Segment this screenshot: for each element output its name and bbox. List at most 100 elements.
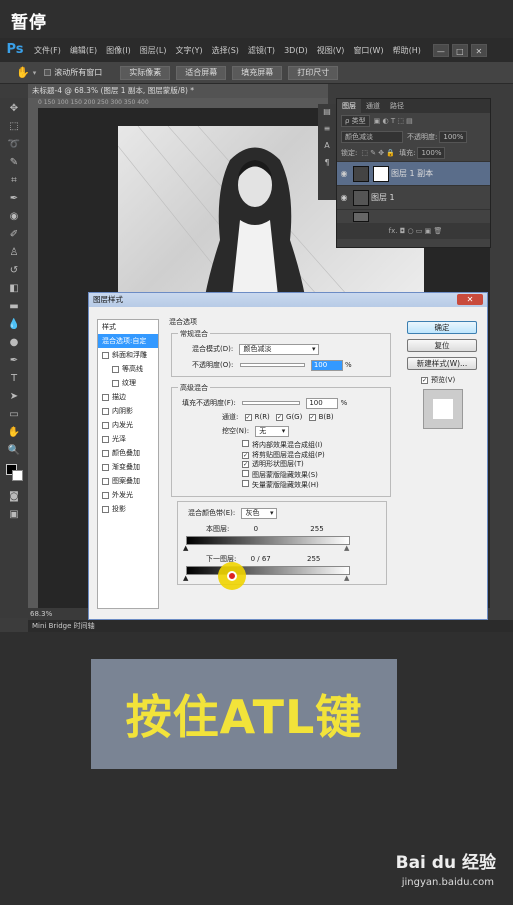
brush-tool-icon[interactable]: ✐	[4, 228, 24, 242]
color-swatches[interactable]	[4, 462, 24, 486]
style-checkbox[interactable]	[102, 407, 109, 415]
hand-tool-icon[interactable]: ✋	[4, 426, 24, 440]
menu-layer[interactable]: 图层(L)	[140, 45, 167, 56]
properties-icon[interactable]: ≡	[320, 124, 334, 138]
style-checkbox[interactable]	[102, 393, 109, 401]
quick-select-tool-icon[interactable]: ✎	[4, 156, 24, 170]
opacity-input[interactable]: 100	[310, 360, 343, 371]
fill-opacity-slider[interactable]	[242, 401, 301, 405]
style-checkbox[interactable]	[102, 477, 109, 485]
style-checkbox[interactable]	[102, 351, 109, 359]
layer-mask-thumbnail[interactable]	[373, 165, 389, 182]
tool-preset-arrow-icon[interactable]: ▾	[33, 69, 37, 77]
move-tool-icon[interactable]: ✥	[4, 102, 24, 116]
underlying-white-slider[interactable]: ▲	[344, 574, 349, 582]
bottom-panel-tabs[interactable]: Mini Bridge 时间轴	[28, 620, 513, 632]
style-inner-shadow[interactable]: 内阴影	[98, 404, 158, 418]
channel-b-checkbox[interactable]: ✓	[308, 414, 316, 421]
knockout-dropdown[interactable]: 无 ▾	[255, 426, 290, 437]
tab-layers[interactable]: 图层	[337, 99, 361, 113]
style-checkbox[interactable]	[102, 449, 109, 457]
pen-tool-icon[interactable]: ✒	[4, 354, 24, 368]
style-stroke[interactable]: 描边	[98, 390, 158, 404]
menu-image[interactable]: 图像(I)	[106, 45, 131, 56]
layer-row[interactable]	[337, 209, 490, 223]
maximize-button[interactable]: □	[451, 43, 468, 57]
layer-blend-mode[interactable]: 颜色减淡	[341, 131, 403, 143]
print-size-button[interactable]: 打印尺寸	[288, 65, 339, 80]
this-layer-white-slider[interactable]: ▲	[344, 544, 349, 552]
style-checkbox[interactable]	[102, 505, 109, 513]
type-tool-icon[interactable]: T	[4, 372, 24, 386]
style-checkbox[interactable]	[102, 435, 109, 443]
eyedropper-tool-icon[interactable]: ✒	[4, 192, 24, 206]
tab-channels[interactable]: 通道	[361, 99, 385, 113]
this-layer-black-slider[interactable]: ▲	[183, 544, 188, 552]
style-checkbox[interactable]	[102, 421, 109, 429]
style-texture[interactable]: 纹理	[98, 376, 158, 390]
layers-footer-icons[interactable]: fx. ◘ ○ ▭ ▣ 🗑	[337, 223, 490, 239]
eye-icon[interactable]: ◉	[337, 193, 351, 202]
channel-r-checkbox[interactable]: ✓	[244, 414, 252, 421]
menu-type[interactable]: 文字(Y)	[175, 45, 202, 56]
split-slider-handle[interactable]	[227, 571, 237, 581]
style-bevel-emboss[interactable]: 斜面和浮雕	[98, 348, 158, 362]
blend-clipped-checkbox[interactable]: ✓	[242, 451, 249, 459]
layer-row[interactable]: ◉ 图层 1 副本	[337, 161, 490, 185]
menu-edit[interactable]: 编辑(E)	[70, 45, 97, 56]
fill-value[interactable]: 100%	[417, 147, 446, 159]
document-tab[interactable]: 未标题-4 @ 68.3% (图层 1 副本, 图层蒙版/8) *	[28, 84, 328, 98]
layer-row[interactable]: ◉ 图层 1	[337, 185, 490, 209]
layer-mask-hides-checkbox[interactable]	[242, 469, 249, 477]
shape-tool-icon[interactable]: ▭	[4, 408, 24, 422]
stamp-tool-icon[interactable]: ♙	[4, 246, 24, 260]
style-satin[interactable]: 光泽	[98, 432, 158, 446]
marquee-tool-icon[interactable]: ⬚	[4, 120, 24, 134]
style-inner-glow[interactable]: 内发光	[98, 418, 158, 432]
dodge-tool-icon[interactable]: ●	[4, 336, 24, 350]
style-color-overlay[interactable]: 颜色叠加	[98, 446, 158, 460]
eye-icon[interactable]: ◉	[337, 169, 351, 178]
ok-button[interactable]: 确定	[407, 321, 477, 334]
healing-tool-icon[interactable]: ◉	[4, 210, 24, 224]
preview-checkbox[interactable]: ✓	[421, 377, 428, 384]
lasso-tool-icon[interactable]: ➰	[4, 138, 24, 152]
eraser-tool-icon[interactable]: ◧	[4, 282, 24, 296]
transparency-shapes-checkbox[interactable]: ✓	[242, 461, 249, 468]
actual-pixels-button[interactable]: 实际像素	[120, 65, 171, 80]
quick-mask-icon[interactable]: ◙	[4, 490, 24, 504]
menu-filter[interactable]: 滤镜(T)	[248, 45, 275, 56]
style-contour[interactable]: 等高线	[98, 362, 158, 376]
screen-mode-icon[interactable]: ▣	[4, 508, 24, 522]
style-drop-shadow[interactable]: 投影	[98, 502, 158, 516]
menu-file[interactable]: 文件(F)	[34, 45, 61, 56]
blend-interior-checkbox[interactable]	[242, 440, 249, 447]
lock-icons[interactable]: ⬚ ✎ ✥ 🔒	[361, 149, 395, 157]
minimize-button[interactable]: —	[432, 43, 449, 57]
style-pattern-overlay[interactable]: 图案叠加	[98, 474, 158, 488]
style-blending-options[interactable]: 混合选项:自定	[98, 334, 158, 348]
gradient-tool-icon[interactable]: ▬	[4, 300, 24, 314]
menu-view[interactable]: 视图(V)	[317, 45, 345, 56]
style-gradient-overlay[interactable]: 渐变叠加	[98, 460, 158, 474]
menu-help[interactable]: 帮助(H)	[393, 45, 421, 56]
menu-select[interactable]: 选择(S)	[212, 45, 239, 56]
layer-opacity-value[interactable]: 100%	[439, 131, 468, 143]
fit-screen-button[interactable]: 适合屏幕	[176, 65, 227, 80]
preview-toggle[interactable]: ✓ 预览(V)	[421, 375, 455, 385]
filter-icons[interactable]: ▣ ◐ T ⬚ ▤	[374, 117, 413, 125]
underlying-black-slider[interactable]: ▲	[183, 574, 188, 582]
tab-paths[interactable]: 路径	[385, 99, 409, 113]
style-checkbox[interactable]	[112, 365, 119, 373]
layer-kind-filter[interactable]: ρ 类型	[341, 115, 370, 127]
blend-mode-dropdown[interactable]: 颜色减淡 ▾	[239, 344, 320, 355]
histogram-icon[interactable]: ▤	[320, 107, 334, 121]
blend-if-dropdown[interactable]: 灰色 ▾	[241, 508, 278, 519]
paragraph-icon[interactable]: ¶	[320, 158, 334, 172]
fill-opacity-input[interactable]: 100	[306, 398, 339, 409]
style-checkbox[interactable]	[112, 379, 119, 387]
style-checkbox[interactable]	[102, 491, 109, 499]
scroll-all-checkbox[interactable]	[44, 69, 52, 76]
new-style-button[interactable]: 新建样式(W)...	[407, 357, 477, 370]
fill-screen-button[interactable]: 填充屏幕	[232, 65, 283, 80]
